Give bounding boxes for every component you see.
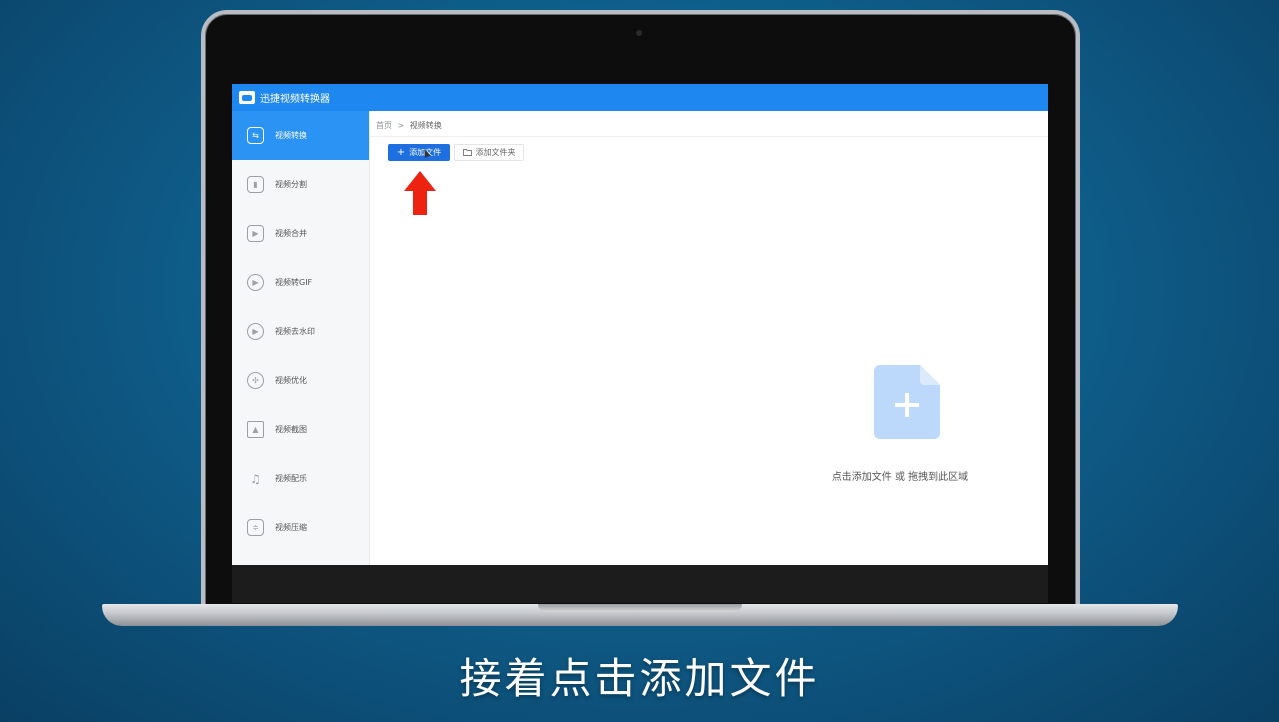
sidebar-item-label: 视频转换 [275,131,307,140]
sidebar: ⇆ 视频转换 ▮ 视频分割 ▶ 视频合并 ▶ 视频转GIF ▶ 视频去水印 ✣ … [232,111,370,565]
app-logo-icon [239,91,255,104]
sidebar-item-video-screenshot[interactable]: ▲ 视频截图 [232,405,369,454]
sidebar-item-label: 视频优化 [275,376,307,385]
add-folder-label: 添加文件夹 [475,148,516,157]
breadcrumb-current: 视频转换 [409,121,442,130]
gif-icon: ▶ [247,274,264,291]
sidebar-item-video-compress[interactable]: ≑ 视频压缩 [232,503,369,552]
sidebar-item-video-music[interactable]: ♫ 视频配乐 [232,454,369,503]
music-icon: ♫ [250,471,261,486]
app-title: 迅捷视频转换器 [260,94,330,105]
sidebar-item-video-watermark[interactable]: ▶ 视频去水印 [232,307,369,356]
sidebar-item-video-gif[interactable]: ▶ 视频转GIF [232,258,369,307]
drop-hint-text: 点击添加文件 或 拖拽到此区域 [831,472,969,483]
sidebar-item-label: 视频配乐 [275,474,307,483]
split-icon: ▮ [247,176,264,193]
screenshot-icon: ▲ [247,421,264,438]
merge-icon: ▶ [247,225,264,242]
breadcrumb: 首页 > 视频转换 [376,120,442,131]
video-caption: 接着点击添加文件 [459,654,820,703]
sidebar-item-video-convert[interactable]: ⇆ 视频转换 [232,111,369,160]
sidebar-item-label: 视频去水印 [275,327,315,336]
add-folder-button[interactable]: 添加文件夹 [454,144,524,161]
laptop-hinge-notch [538,604,742,612]
sidebar-item-label: 视频压缩 [275,523,307,532]
sidebar-item-video-split[interactable]: ▮ 视频分割 [232,160,369,209]
sidebar-item-label: 视频转GIF [275,278,313,287]
app-window: 迅捷视频转换器 ⇆ 视频转换 ▮ 视频分割 ▶ 视频合并 ▶ 视频转GIF ▶ … [232,84,1048,565]
add-file-button[interactable]: + 添加文件 [388,144,450,161]
plus-icon: + [396,147,406,158]
sidebar-item-label: 视频截图 [275,425,307,434]
folder-icon [462,148,472,158]
sidebar-item-video-optimize[interactable]: ✣ 视频优化 [232,356,369,405]
laptop-camera [636,30,642,36]
breadcrumb-home[interactable]: 首页 [376,121,392,130]
red-up-arrow-icon [403,171,437,219]
title-bar: 迅捷视频转换器 [232,84,1048,111]
watermark-icon: ▶ [247,323,264,340]
sidebar-item-label: 视频分割 [275,180,307,189]
sidebar-item-label: 视频合并 [275,229,307,238]
header-divider [370,136,1048,137]
screen-bezel-bottom [232,565,1048,603]
optimize-icon: ✣ [247,372,264,389]
main-content: 首页 > 视频转换 + 添加文件 添加文件夹 点击添加文件 或 拖拽到此区域 [370,111,1048,565]
sidebar-item-video-merge[interactable]: ▶ 视频合并 [232,209,369,258]
add-file-icon [874,365,940,443]
file-drop-zone[interactable]: 点击添加文件 或 拖拽到此区域 [800,361,1000,491]
breadcrumb-separator: > [397,121,405,130]
compress-icon: ≑ [247,519,264,536]
convert-icon: ⇆ [247,127,264,144]
